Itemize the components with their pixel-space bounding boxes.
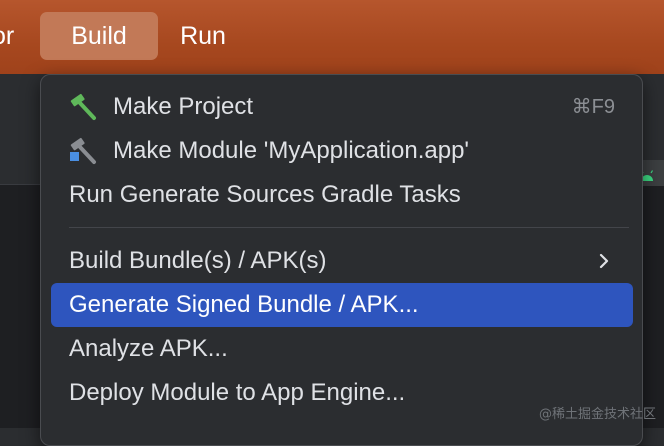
menu-separator	[69, 227, 629, 228]
build-menu-dropdown: Make Project ⌘F9 Make Module 'MyApplicat…	[40, 74, 643, 446]
menu-item-make-module[interactable]: Make Module 'MyApplication.app'	[51, 135, 633, 167]
menubar-item-run[interactable]: Run	[168, 12, 238, 60]
watermark: @稀土掘金技术社区	[538, 407, 656, 422]
menu-item-label: Deploy Module to App Engine...	[69, 379, 406, 406]
menu-item-generate-signed-bundle[interactable]: Generate Signed Bundle / APK...	[51, 283, 633, 327]
menu-item-label: Make Module 'MyApplication.app'	[113, 137, 470, 164]
menu-item-analyze-apk[interactable]: Analyze APK...	[51, 333, 633, 365]
menu-item-make-project[interactable]: Make Project ⌘F9	[51, 91, 633, 123]
menu-item-run-generate-sources[interactable]: Run Generate Sources Gradle Tasks	[51, 179, 633, 211]
menu-item-label: Run Generate Sources Gradle Tasks	[69, 181, 461, 208]
chevron-right-icon	[599, 253, 609, 269]
menu-item-build-bundle-apk[interactable]: Build Bundle(s) / APK(s)	[51, 245, 633, 277]
menu-item-label: Build Bundle(s) / APK(s)	[69, 247, 327, 274]
menu-item-label: Generate Signed Bundle / APK...	[69, 291, 419, 318]
menubar-item-build[interactable]: Build	[40, 12, 158, 60]
hammer-icon	[70, 93, 96, 120]
menu-item-label: Analyze APK...	[69, 335, 228, 362]
menubar-item-editor[interactable]: or	[0, 12, 26, 60]
menubar: or Build Run	[0, 0, 664, 74]
menu-item-label: Make Project	[113, 93, 254, 120]
menu-item-shortcut: ⌘F9	[571, 96, 615, 118]
hammer-module-icon	[70, 137, 96, 164]
